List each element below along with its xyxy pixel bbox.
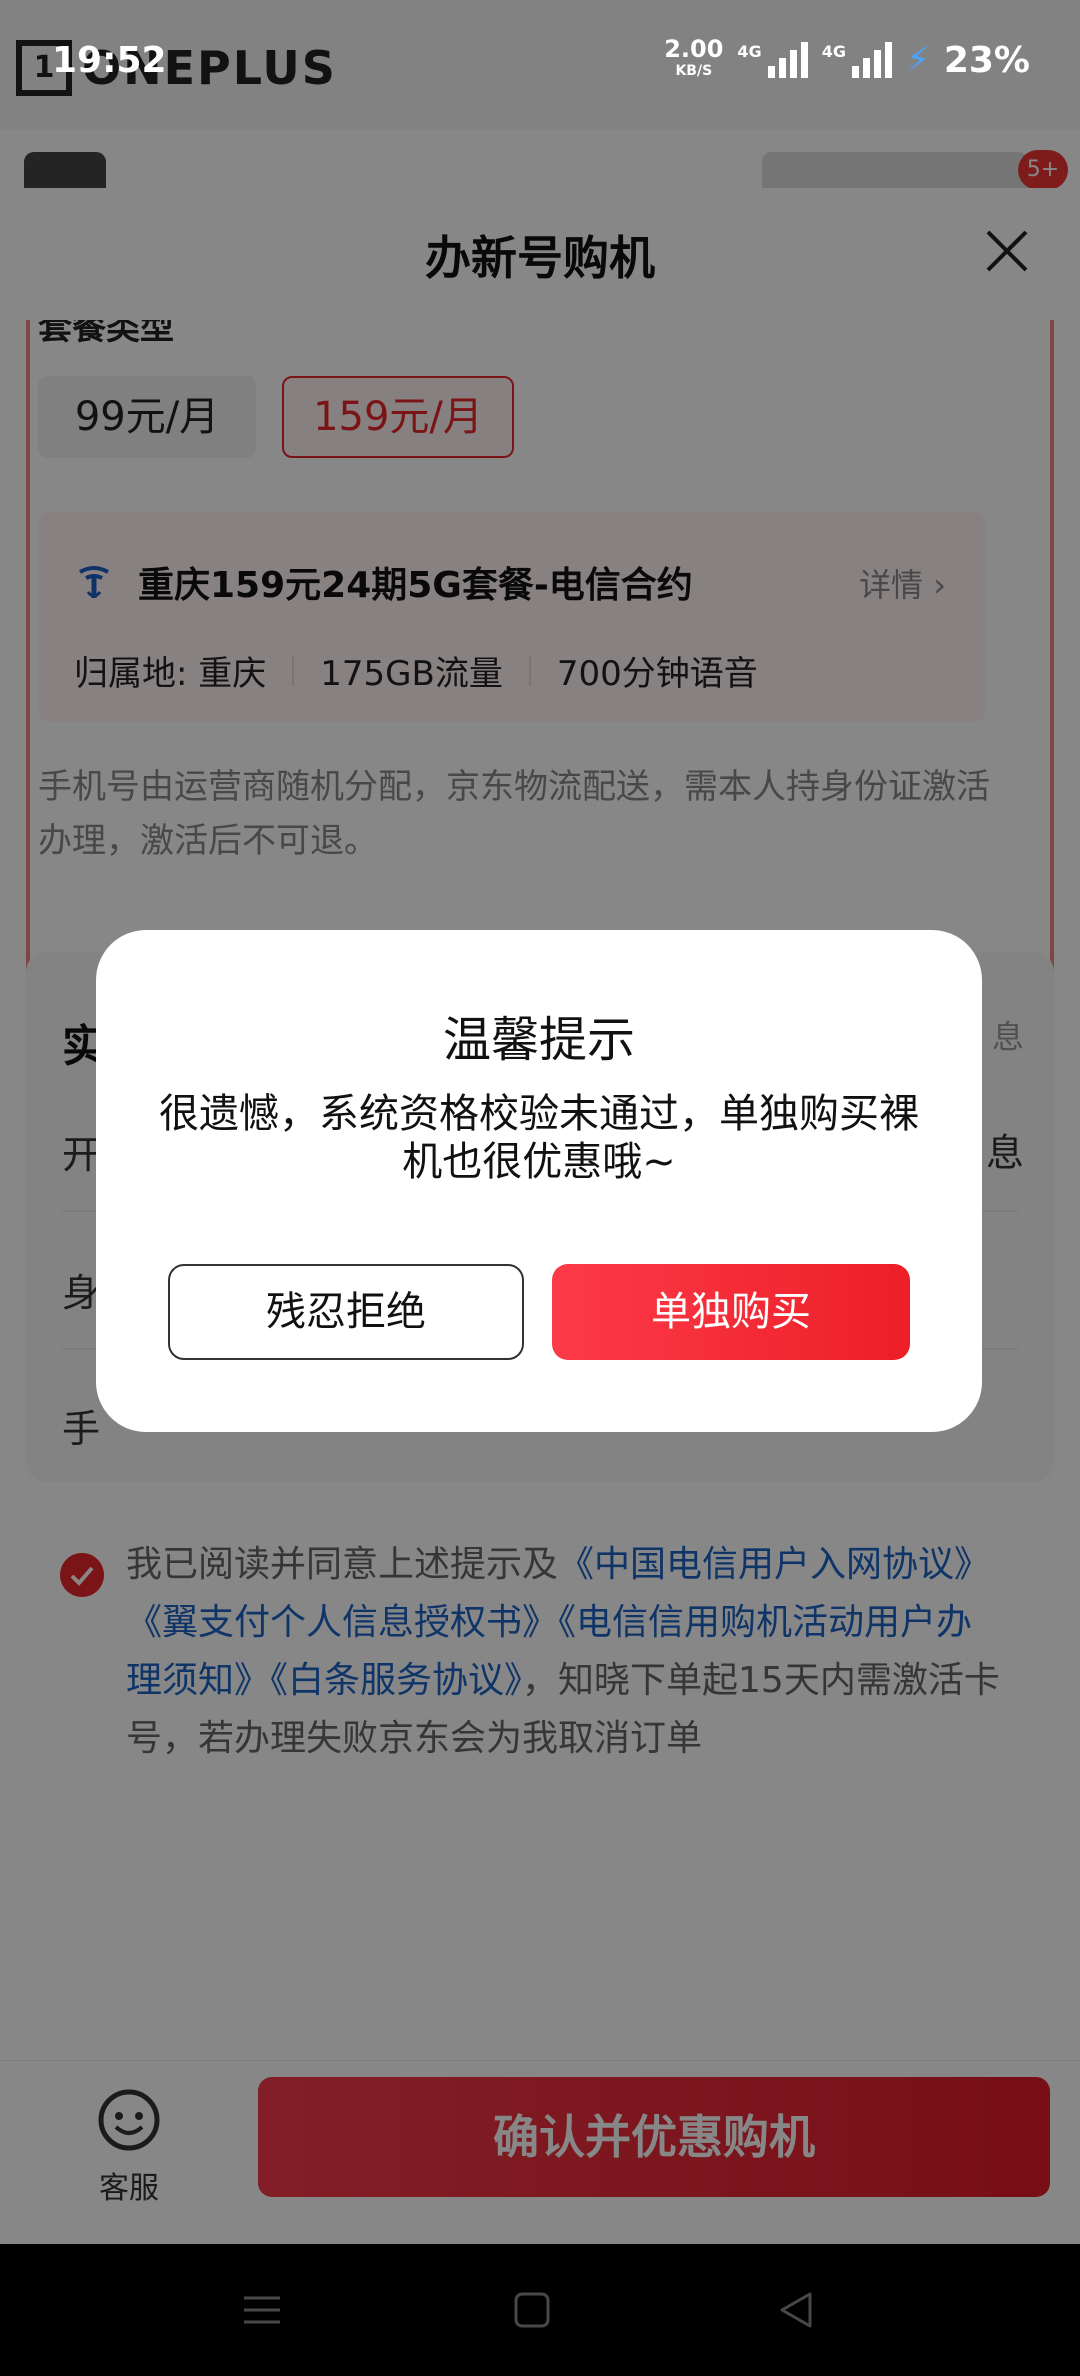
reject-button[interactable]: 残忍拒绝 <box>168 1264 524 1360</box>
battery-level: 23% <box>943 39 1030 81</box>
status-indicators: 2.00 KB/S 4G 4G ⚡ 23% <box>664 35 1030 82</box>
signal-icon: 4G <box>737 42 808 78</box>
network-speed: 2.00 KB/S <box>664 35 724 79</box>
signal-icon-2: 4G <box>822 42 892 78</box>
status-time: 19:52 <box>52 40 167 81</box>
charging-icon: ⚡ <box>905 40 930 80</box>
tip-dialog: 温馨提示 很遗憾，系统资格校验未通过，单独购买裸机也很优惠哦~ 残忍拒绝 单独购… <box>96 930 982 1432</box>
dialog-message: 很遗憾，系统资格校验未通过，单独购买裸机也很优惠哦~ <box>159 1091 919 1185</box>
buy-separately-button[interactable]: 单独购买 <box>552 1264 910 1360</box>
dialog-title: 温馨提示 <box>442 1012 635 1068</box>
